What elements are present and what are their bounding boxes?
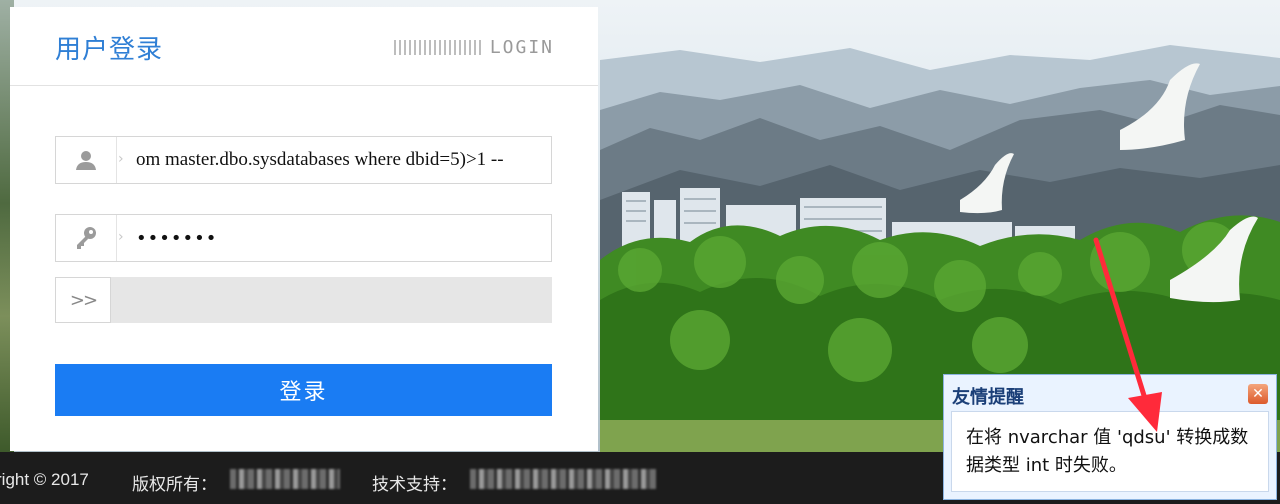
red-arrow-annotation xyxy=(1093,237,1162,432)
